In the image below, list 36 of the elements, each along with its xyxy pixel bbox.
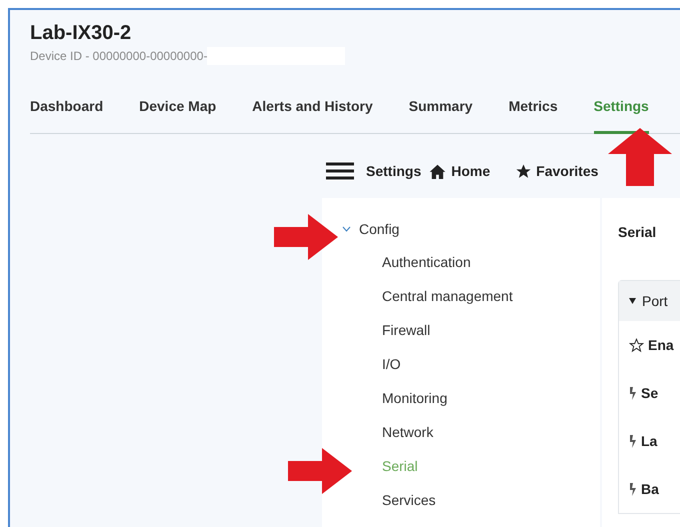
- arrow-icon: [274, 214, 338, 260]
- section-header[interactable]: Port: [619, 281, 680, 321]
- home-link[interactable]: Home: [451, 163, 490, 179]
- nav-tab[interactable]: Dashboard: [30, 94, 104, 134]
- arrow-icon: [608, 128, 672, 186]
- tree-item[interactable]: Firewall: [382, 313, 430, 347]
- nav-tab[interactable]: Summary: [408, 94, 473, 134]
- star-icon: [516, 164, 532, 178]
- device-id: Device ID - 00000000-00000000-: [30, 49, 208, 63]
- tree-item[interactable]: I/O: [382, 347, 401, 381]
- setting-label: Ba: [641, 481, 659, 497]
- section-title: Port: [642, 293, 668, 309]
- tree-item[interactable]: Config: [359, 221, 400, 237]
- tree-item[interactable]: Central management: [382, 279, 513, 313]
- device-name: Lab-IX30-2: [30, 22, 132, 45]
- tree-item[interactable]: Authentication: [382, 245, 471, 279]
- lightning-icon: [629, 434, 637, 448]
- tree-item[interactable]: Services: [382, 483, 436, 517]
- nav-tab[interactable]: Alerts and History: [252, 94, 373, 134]
- nav-tab[interactable]: Metrics: [508, 94, 558, 134]
- lightning-icon: [629, 482, 637, 496]
- settings-menu-label[interactable]: Settings: [366, 163, 422, 179]
- panel-title: Serial: [618, 224, 658, 240]
- setting-label: La: [641, 433, 658, 449]
- arrow-icon: [288, 448, 352, 494]
- star-icon: [629, 338, 644, 352]
- setting-label: Ena: [648, 337, 674, 353]
- tree-item[interactable]: Network: [382, 415, 434, 449]
- nav-tab[interactable]: Device Map: [139, 94, 216, 134]
- tree-item[interactable]: Monitoring: [382, 381, 448, 415]
- home-icon: [429, 164, 446, 178]
- setting-label: Se: [641, 385, 658, 401]
- menu-icon[interactable]: [326, 162, 354, 180]
- favorites-link[interactable]: Favorites: [536, 163, 598, 179]
- lightning-icon: [629, 386, 637, 400]
- chevron-icon[interactable]: [342, 226, 351, 232]
